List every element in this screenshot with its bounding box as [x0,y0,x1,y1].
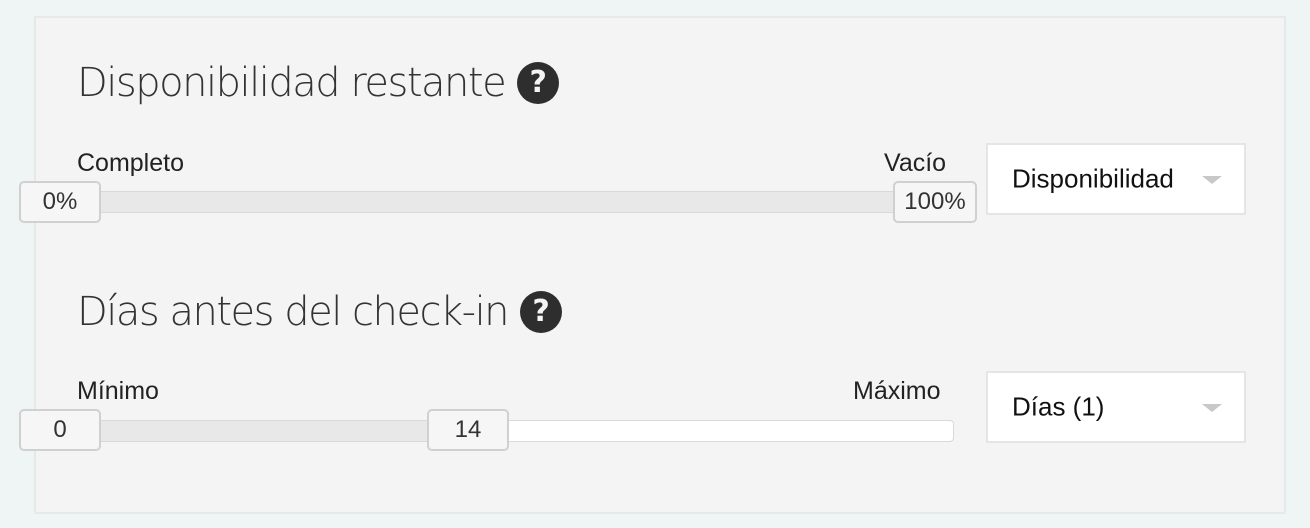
availability-slider-range [61,192,953,212]
availability-mode-select[interactable]: Disponibilidad [986,143,1246,215]
days-max-handle[interactable]: 14 [427,409,509,451]
availability-slider-track[interactable] [60,191,954,213]
days-max-label: Máximo [853,377,941,405]
days-select-value: Días (1) [1012,391,1105,422]
availability-min-handle[interactable]: 0% [19,181,101,223]
days-slider-range [61,421,463,441]
days-section-title: Días antes del check-in ? [77,289,563,335]
days-title: Días antes del check-in [77,289,510,335]
days-min-handle[interactable]: 0 [19,409,101,451]
availability-title: Disponibilidad restante [77,60,507,106]
question-circle-icon[interactable]: ? [520,291,563,333]
days-mode-select[interactable]: Días (1) [986,371,1246,443]
availability-min-label: Completo [77,149,184,177]
availability-max-handle[interactable]: 100% [893,181,977,223]
question-circle-icon[interactable]: ? [517,62,560,104]
chevron-down-icon [1202,404,1222,412]
days-min-label: Mínimo [77,377,159,405]
chevron-down-icon [1202,176,1222,184]
availability-section-title: Disponibilidad restante ? [77,60,560,106]
availability-select-value: Disponibilidad [1012,163,1174,194]
availability-max-label: Vacío [884,149,947,177]
